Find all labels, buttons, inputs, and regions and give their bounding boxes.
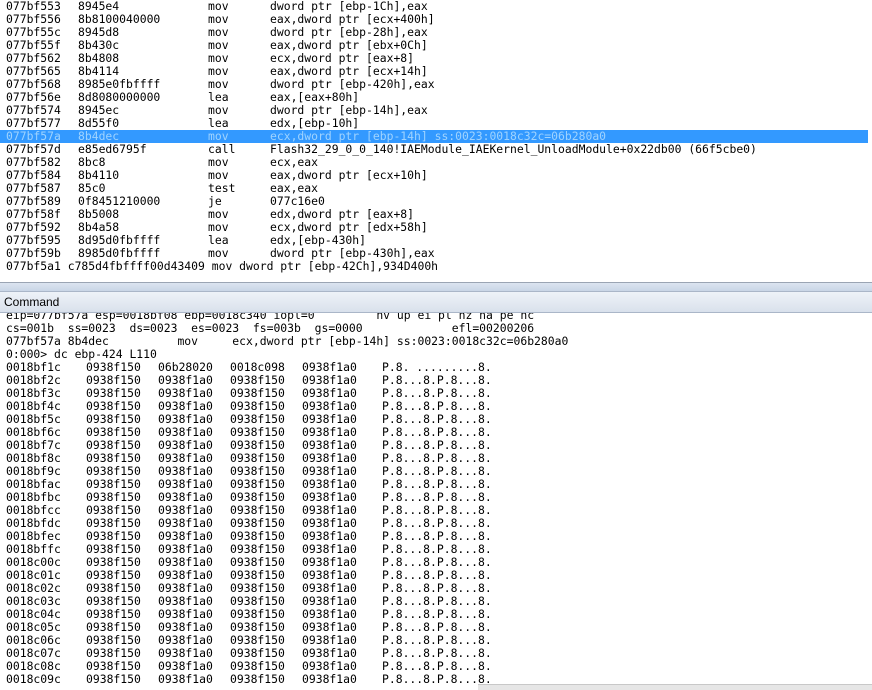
disassembly-row[interactable]: 077bf58f 8b5008 mov edx,dword ptr [eax+8] xyxy=(0,208,868,221)
dump-address: 0018c09c xyxy=(6,672,61,686)
disassembly-row[interactable]: 077bf57d e85ed6795f call Flash32_29_0_0_140… xyxy=(0,143,868,156)
dump-dword: 0938f1a0 xyxy=(158,672,213,686)
disassembly-row[interactable]: 077bf5a1 c785d4fbffff00d43409 mov dword … xyxy=(0,260,868,273)
disassembly-row[interactable]: 077bf556 8b8100040000 mov eax,dword ptr [ec… xyxy=(0,13,868,26)
disassembly-raw-text: 077bf5a1 c785d4fbffff00d43409 mov dword … xyxy=(6,259,439,273)
disassembly-row[interactable]: 077bf584 8b4110 mov eax,dword ptr [ecx+10h] xyxy=(0,169,868,182)
disassembly-listing: 077bf553 8945e4 mov dword ptr [ebp-1Ch],eax… xyxy=(0,0,872,273)
dump-ascii: P.8...8.P.8...8. xyxy=(382,672,492,686)
command-output-window[interactable]: eip=077bf57a esp=0018bf08 ebp=0018c340 i… xyxy=(0,313,872,690)
command-window-title: Command xyxy=(4,295,60,309)
instruction-operands: Flash32_29_0_0_140!IAEModule_IAEKernel_U… xyxy=(270,142,757,156)
command-window-titlebar: Command xyxy=(0,291,872,313)
disassembly-row[interactable]: 077bf55c 8945d8 mov dword ptr [ebp-28h],eax xyxy=(0,26,868,39)
pane-splitter[interactable] xyxy=(0,283,872,291)
disassembly-row[interactable]: 077bf574 8945ec mov dword ptr [ebp-14h],eax xyxy=(0,104,868,117)
disassembly-row[interactable]: 077bf582 8bc8 mov ecx,eax xyxy=(0,156,868,169)
disassembly-row[interactable]: 077bf589 0f8451210000 je 077c16e0 xyxy=(0,195,868,208)
horizontal-scrollbar[interactable] xyxy=(478,684,872,690)
disassembly-row[interactable]: 077bf56e 8d8080000000 lea eax,[eax+80h] xyxy=(0,91,868,104)
dump-dword: 0938f1a0 xyxy=(302,672,357,686)
dump-dword: 0938f150 xyxy=(86,672,141,686)
disassembly-row[interactable]: 077bf55f 8b430c mov eax,dword ptr [ebx+0Ch] xyxy=(0,39,868,52)
disassembly-row[interactable]: 077bf562 8b4808 mov ecx,dword ptr [eax+8] xyxy=(0,52,868,65)
dump-dword: 0938f150 xyxy=(230,672,285,686)
command-output-listing: eip=077bf57a esp=0018bf08 ebp=0018c340 i… xyxy=(0,313,872,686)
disassembly-window[interactable]: 077bf553 8945e4 mov dword ptr [ebp-1Ch],eax… xyxy=(0,0,872,283)
